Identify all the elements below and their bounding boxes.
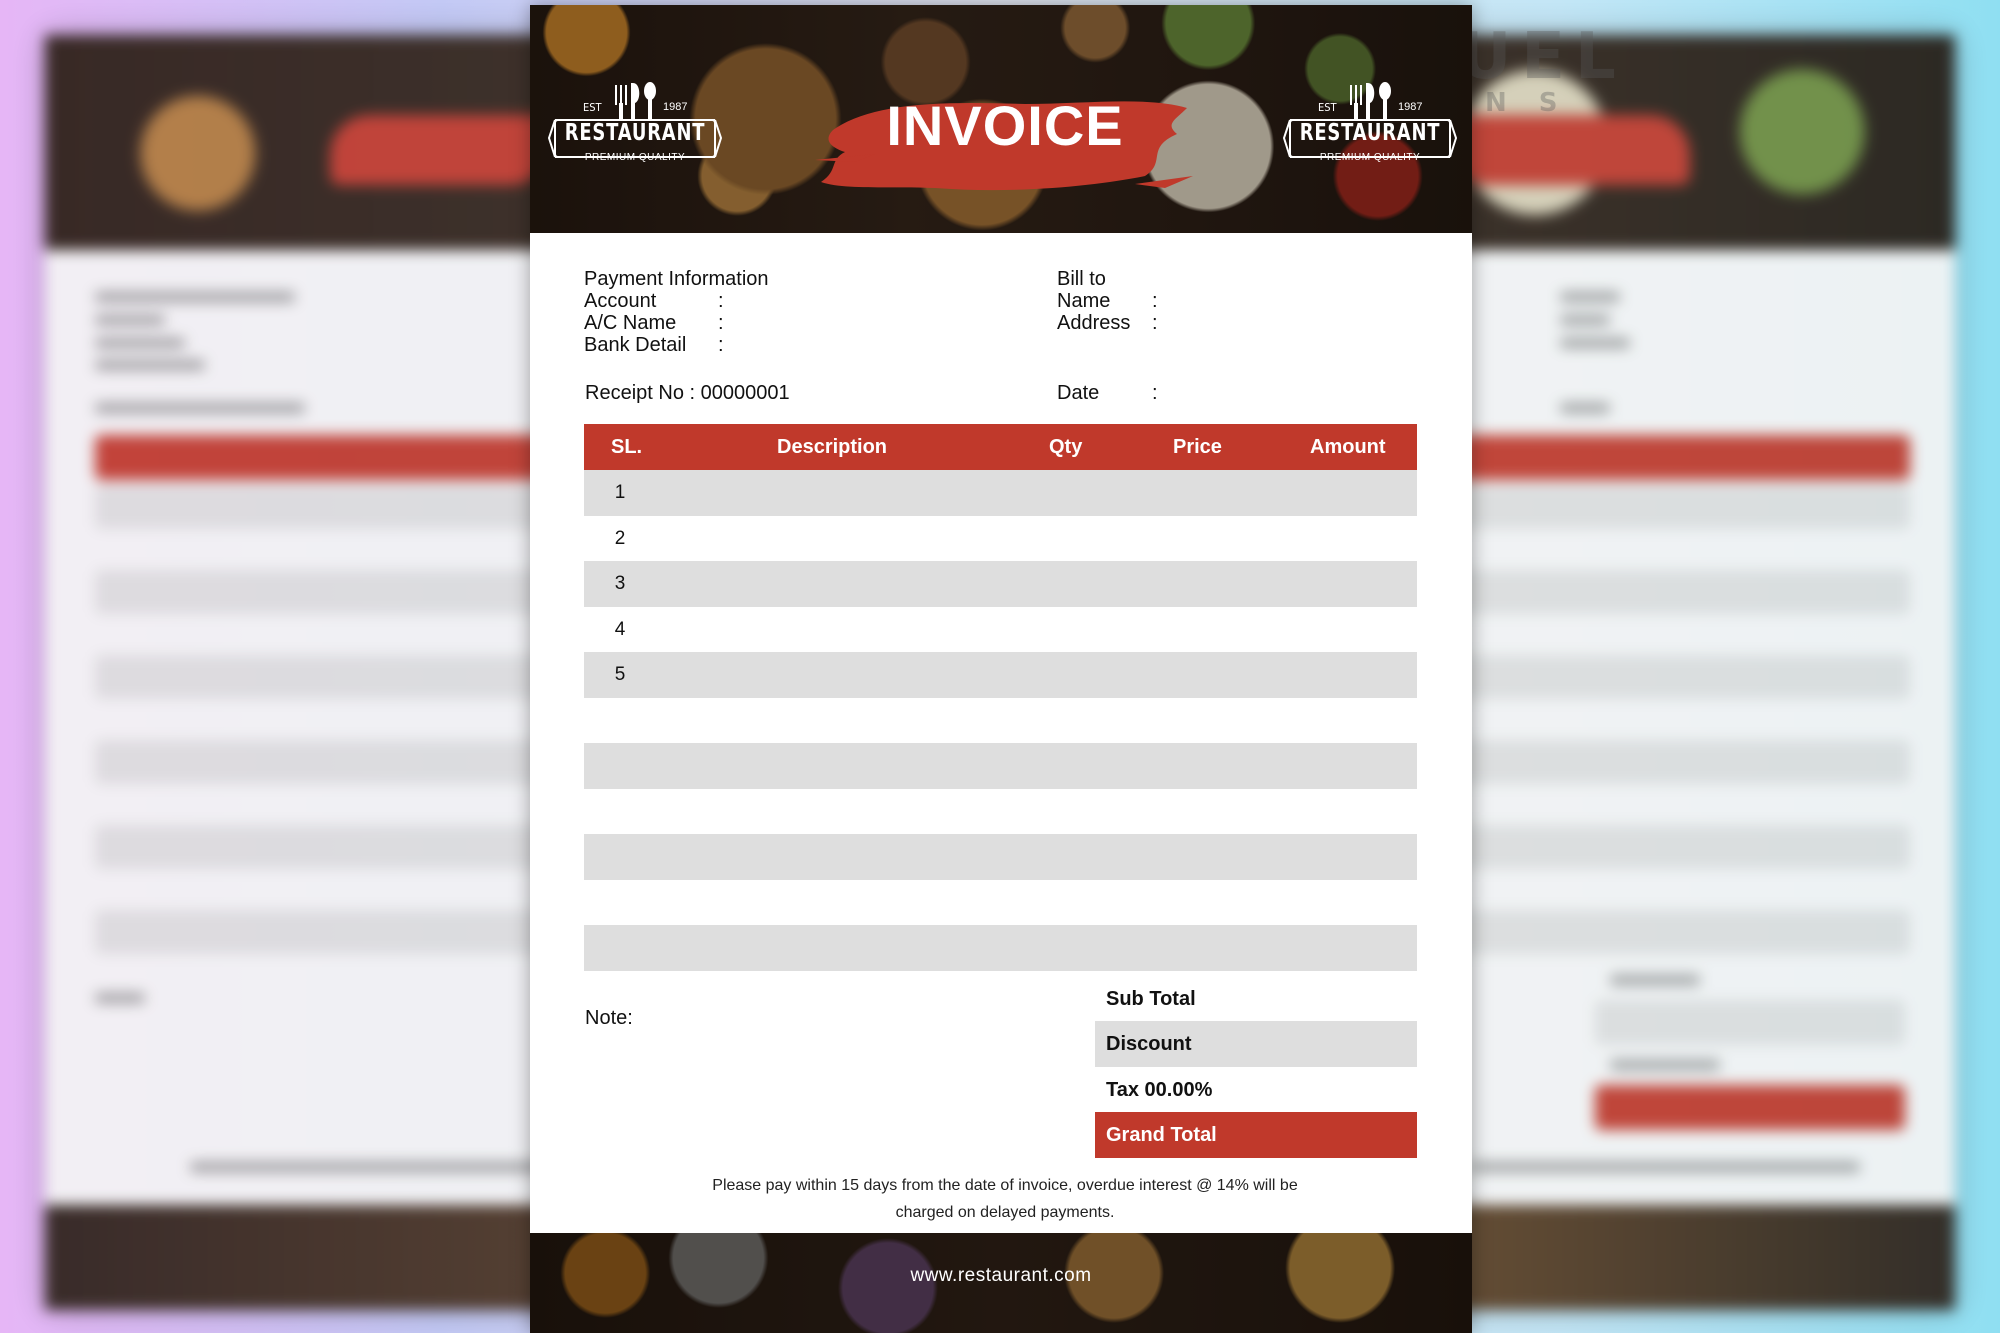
tax-label: Tax 00.00%	[1106, 1079, 1213, 1101]
bg-text	[1610, 975, 1700, 985]
bg-row	[95, 485, 555, 529]
bg-text	[95, 315, 165, 325]
logo-est: EST	[583, 101, 602, 114]
restaurant-logo-left: EST 1987 RESTAURANT PREMIUM QUALITY	[545, 65, 725, 175]
col-sl: SL.	[611, 436, 643, 458]
bg-row	[95, 825, 555, 869]
payment-bank-detail-label: Bank Detail	[584, 334, 687, 356]
table-row[interactable]	[584, 880, 1417, 926]
colon: :	[1152, 382, 1158, 404]
bg-text	[95, 338, 185, 348]
invoice-title: INVOICE	[886, 94, 1124, 157]
terms-line-1: Please pay within 15 days from the date …	[712, 1177, 1298, 1194]
receipt-number: Receipt No : 00000001	[585, 382, 790, 404]
bg-table-header-left	[95, 435, 555, 480]
col-price: Price	[1173, 436, 1222, 458]
discount-label: Discount	[1106, 1033, 1192, 1055]
payment-ac-name-label: A/C Name	[584, 312, 677, 334]
table-row[interactable]: 5	[584, 652, 1417, 698]
bg-row	[1460, 655, 1910, 699]
invoice-sheet: INVOICE EST 1987 RESTAURANT PREMIUM QUAL…	[530, 5, 1472, 1333]
bg-row	[1460, 910, 1910, 954]
row-number: 4	[614, 619, 626, 640]
bg-text	[1470, 1162, 1860, 1172]
bg-row	[95, 910, 555, 954]
logo-year: 1987	[1398, 101, 1423, 113]
bg-text	[1610, 1060, 1720, 1070]
logo-tagline: PREMIUM QUALITY	[584, 152, 686, 163]
bg-text	[1560, 403, 1610, 413]
subtotal-row: Sub Total	[1095, 976, 1417, 1022]
terms-line-2: charged on delayed payments.	[895, 1204, 1115, 1221]
colon: :	[718, 290, 724, 312]
table-row[interactable]: 3	[584, 561, 1417, 607]
bg-discount	[1595, 1000, 1905, 1045]
bg-row	[1460, 485, 1910, 529]
colon: :	[718, 312, 724, 334]
bg-text	[1560, 292, 1620, 302]
payment-account-label: Account	[584, 290, 657, 312]
bill-to-address-label: Address	[1057, 312, 1131, 334]
bg-text	[95, 360, 205, 370]
row-number: 5	[614, 664, 626, 685]
bg-row	[1460, 740, 1910, 784]
discount-row: Discount	[1095, 1021, 1417, 1067]
col-amount: Amount	[1310, 436, 1386, 458]
website-link[interactable]: www.restaurant.com	[530, 1265, 1472, 1287]
logo-year: 1987	[663, 101, 688, 113]
logo-est: EST	[1318, 101, 1337, 114]
payment-heading: Payment Information	[584, 268, 769, 290]
bg-brush-left	[330, 115, 550, 185]
note-label: Note:	[585, 1007, 633, 1029]
grand-total-label: Grand Total	[1106, 1124, 1217, 1146]
grand-total-row: Grand Total	[1095, 1112, 1417, 1158]
bg-table-header-right	[1460, 435, 1910, 480]
bg-text	[95, 292, 295, 302]
bg-grand-total	[1595, 1085, 1905, 1130]
table-row[interactable]	[584, 834, 1417, 880]
payment-terms: Please pay within 15 days from the date …	[650, 1172, 1360, 1226]
table-row[interactable]	[584, 789, 1417, 835]
bg-row	[95, 655, 555, 699]
table-row[interactable]	[584, 743, 1417, 789]
items-table-header: SL. Description Qty Price Amount	[584, 424, 1417, 470]
table-row[interactable]: 1	[584, 470, 1417, 516]
logo-brand: RESTAURANT	[1299, 120, 1441, 146]
bill-to-name-label: Name	[1057, 290, 1111, 312]
col-qty: Qty	[1049, 436, 1083, 458]
bg-row	[95, 570, 555, 614]
table-row[interactable]: 4	[584, 607, 1417, 653]
row-number: 1	[614, 482, 626, 503]
logo-brand: RESTAURANT	[564, 120, 706, 146]
table-row[interactable]	[584, 925, 1417, 971]
colon: :	[1152, 290, 1158, 312]
col-description: Description	[777, 436, 888, 458]
subtotal-label: Sub Total	[1106, 988, 1196, 1010]
table-row[interactable]: 2	[584, 516, 1417, 562]
bg-text	[1560, 315, 1610, 325]
tax-row: Tax 00.00%	[1095, 1067, 1417, 1113]
restaurant-logo-right: EST 1987 RESTAURANT PREMIUM QUALITY	[1280, 65, 1460, 175]
colon: :	[1152, 312, 1158, 334]
bg-row	[1460, 570, 1910, 614]
colon: :	[718, 334, 724, 356]
bg-text	[1560, 338, 1630, 348]
row-number: 2	[614, 528, 626, 549]
logo-tagline: PREMIUM QUALITY	[1319, 152, 1421, 163]
date-label: Date	[1057, 382, 1100, 404]
bg-row	[95, 740, 555, 784]
bg-text	[95, 403, 305, 413]
bg-text	[190, 1162, 550, 1172]
bill-to-heading: Bill to	[1057, 268, 1106, 290]
bg-row	[1460, 825, 1910, 869]
table-row[interactable]	[584, 698, 1417, 744]
row-number: 3	[614, 573, 626, 594]
bg-text	[95, 993, 145, 1003]
